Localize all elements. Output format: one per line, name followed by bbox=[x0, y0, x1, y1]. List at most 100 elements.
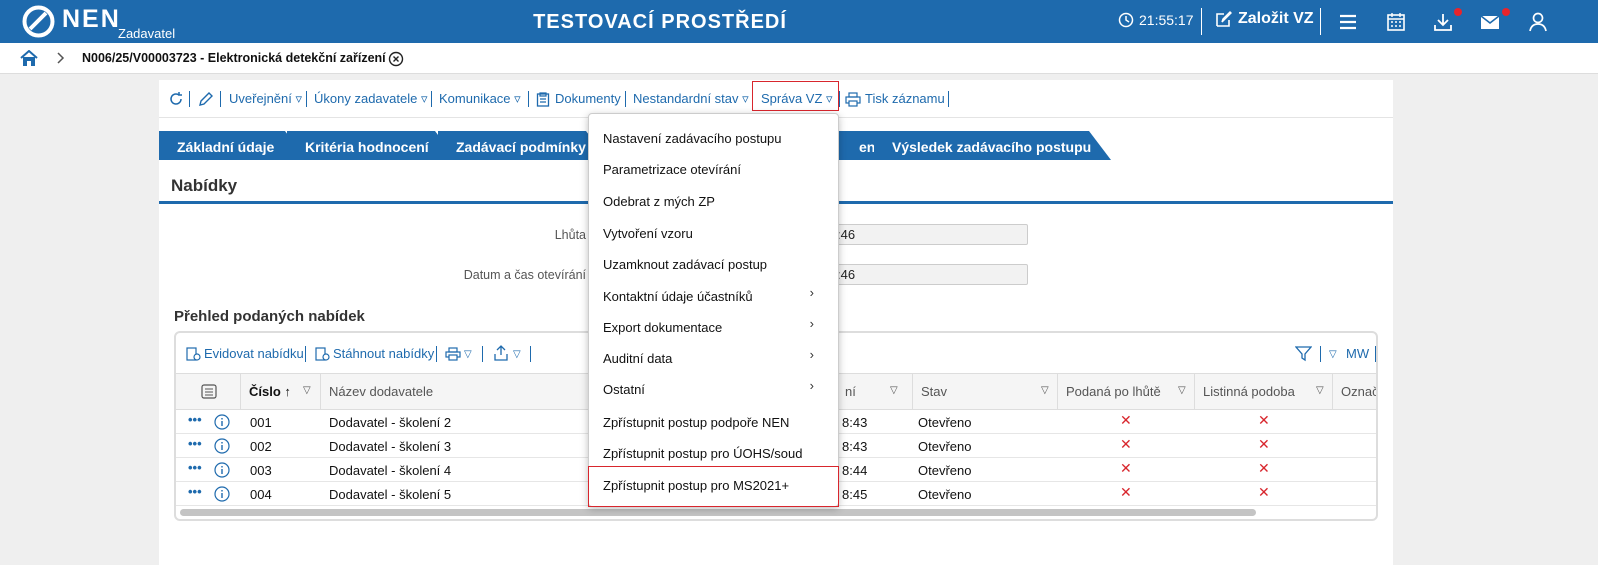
calendar-icon[interactable] bbox=[1385, 11, 1407, 33]
column-header-nazev[interactable]: Název dodavatele bbox=[321, 374, 591, 410]
chevron-right-icon bbox=[57, 52, 65, 64]
chevron-right-icon: › bbox=[809, 316, 814, 331]
filter-icon[interactable] bbox=[1295, 345, 1312, 362]
column-menu-icon[interactable]: ▽ bbox=[1316, 385, 1324, 396]
menu-item-podpora-nen[interactable]: Zpřístupnit postup podpoře NEN bbox=[603, 415, 789, 430]
top-bar: NEN Zadavatel TESTOVACÍ PROSTŘEDÍ 21:55:… bbox=[0, 0, 1598, 43]
mw-label[interactable]: MW bbox=[1346, 346, 1369, 361]
tab-zakladni-udaje[interactable]: Základní údaje bbox=[159, 131, 307, 160]
download-icon[interactable] bbox=[1432, 11, 1454, 33]
user-icon[interactable] bbox=[1527, 11, 1549, 33]
tab-kriteria-hodnoceni[interactable]: Kritéria hodnocení bbox=[287, 131, 457, 160]
row-time: 8:45 bbox=[842, 487, 868, 502]
row-actions-icon[interactable]: ••• bbox=[188, 460, 202, 475]
cross-icon: ✕ bbox=[1258, 460, 1270, 476]
toolbar-divider bbox=[306, 91, 307, 107]
edit-icon bbox=[1216, 10, 1232, 27]
hamburger-icon[interactable] bbox=[1337, 11, 1359, 33]
info-icon[interactable] bbox=[214, 438, 230, 454]
menu-item-uzamknout[interactable]: Uzamknout zadávací postup bbox=[603, 257, 767, 272]
info-icon[interactable] bbox=[214, 414, 230, 430]
register-offer-icon bbox=[186, 347, 201, 361]
print-icon[interactable] bbox=[445, 347, 461, 361]
cross-icon: ✕ bbox=[1258, 484, 1270, 500]
field-value-lhuta: :46 bbox=[830, 224, 1028, 245]
menu-item-vytvoreni-vzoru[interactable]: Vytvoření vzoru bbox=[603, 226, 693, 241]
cross-icon: ✕ bbox=[1258, 412, 1270, 428]
toolbar-divider bbox=[220, 91, 221, 107]
column-header-label: Podaná po lhůtě bbox=[1066, 384, 1161, 399]
menu-label: Úkony zadavatele bbox=[314, 91, 418, 106]
info-icon[interactable] bbox=[214, 486, 230, 502]
info-icon[interactable] bbox=[214, 462, 230, 478]
pencil-icon[interactable] bbox=[198, 91, 214, 107]
register-offer-button[interactable]: Evidovat nabídku bbox=[204, 346, 304, 361]
column-menu-icon[interactable]: ▽ bbox=[1041, 385, 1049, 396]
column-menu-icon[interactable]: ▽ bbox=[1178, 385, 1186, 396]
toolbar-divider bbox=[839, 91, 840, 107]
tab-vysledek[interactable]: Výsledek zadávacího postupu bbox=[874, 131, 1111, 160]
horizontal-scrollbar[interactable] bbox=[180, 509, 1256, 516]
row-actions-icon[interactable]: ••• bbox=[188, 412, 202, 427]
menu-uverejneni[interactable]: Uveřejnění ▿ bbox=[229, 91, 302, 107]
menu-tisk-zaznamu[interactable]: Tisk záznamu bbox=[865, 91, 945, 106]
download-notification-dot bbox=[1454, 8, 1462, 16]
highlight-frame bbox=[752, 81, 839, 111]
menu-item-ostatni[interactable]: Ostatní bbox=[603, 382, 645, 397]
menu-nestandardni-stav[interactable]: Nestandardní stav ▿ bbox=[633, 91, 749, 107]
export-dropdown-arrow[interactable]: ▽ bbox=[513, 349, 521, 360]
mail-icon[interactable] bbox=[1479, 11, 1501, 33]
print-dropdown-arrow[interactable]: ▽ bbox=[464, 349, 472, 360]
menu-komunikace[interactable]: Komunikace ▿ bbox=[439, 91, 521, 107]
column-header-cislo[interactable]: Číslo ↑ ▽ bbox=[241, 374, 321, 410]
menu-ukony-zadavatele[interactable]: Úkony zadavatele ▿ bbox=[314, 91, 427, 107]
create-vz-button[interactable]: Založit VZ bbox=[1215, 10, 1314, 28]
cross-icon: ✕ bbox=[1120, 484, 1132, 500]
menu-item-uohs[interactable]: Zpřístupnit postup pro ÚOHS/soud bbox=[603, 446, 802, 461]
column-settings-icon[interactable] bbox=[201, 384, 217, 399]
column-header-listinna-podoba[interactable]: Listinná podoba ▽ bbox=[1195, 374, 1333, 410]
menu-item-export[interactable]: Export dokumentace bbox=[603, 320, 722, 335]
mail-notification-dot bbox=[1502, 8, 1510, 16]
toolbar-divider bbox=[482, 346, 483, 362]
row-actions-icon[interactable]: ••• bbox=[188, 436, 202, 451]
menu-dokumenty[interactable]: Dokumenty bbox=[555, 91, 621, 106]
menu-item-odebrat[interactable]: Odebrat z mých ZP bbox=[603, 194, 715, 209]
row-status: Otevřeno bbox=[918, 463, 972, 478]
refresh-icon[interactable] bbox=[168, 91, 184, 107]
tab-zadavaci-podminky[interactable]: Zadávací podmínky bbox=[438, 131, 608, 160]
toolbar-divider bbox=[625, 91, 626, 107]
download-offers-button[interactable]: Stáhnout nabídky bbox=[333, 346, 434, 361]
row-actions-icon[interactable]: ••• bbox=[188, 484, 202, 499]
column-header-partial[interactable]: ní ▽ bbox=[837, 374, 913, 410]
column-header-label: Listinná podoba bbox=[1203, 384, 1295, 399]
menu-item-parametrizace[interactable]: Parametrizace otevírání bbox=[603, 162, 741, 177]
toolbar-divider bbox=[436, 346, 437, 362]
close-circle-icon[interactable] bbox=[388, 51, 404, 67]
row-time: 8:43 bbox=[842, 439, 868, 454]
breadcrumb-title[interactable]: N006/25/V00003723 - Elektronická detekčn… bbox=[82, 51, 386, 65]
field-label-lhuta: Lhůta bbox=[554, 228, 586, 242]
column-header-label: Stav bbox=[921, 384, 948, 399]
view-dropdown-arrow[interactable]: ▽ bbox=[1329, 349, 1337, 360]
menu-item-kontaktni-udaje[interactable]: Kontaktní údaje účastníků bbox=[603, 289, 753, 304]
column-menu-icon[interactable]: ▽ bbox=[303, 385, 311, 396]
column-header-label: ní bbox=[845, 384, 856, 399]
download-offers-icon bbox=[315, 347, 330, 361]
row-number: 004 bbox=[250, 487, 272, 502]
menu-label: Uveřejnění bbox=[229, 91, 292, 106]
session-clock: 21:55:17 bbox=[1118, 12, 1194, 28]
column-header-oznaceni[interactable]: Označe bbox=[1333, 374, 1376, 410]
toolbar-divider bbox=[530, 346, 531, 362]
cross-icon: ✕ bbox=[1120, 436, 1132, 452]
column-header-stav[interactable]: Stav ▽ bbox=[913, 374, 1058, 410]
export-icon[interactable] bbox=[494, 345, 508, 361]
column-header-podana-po-lhute[interactable]: Podaná po lhůtě ▽ bbox=[1058, 374, 1195, 410]
column-menu-icon[interactable]: ▽ bbox=[890, 385, 898, 396]
menu-item-auditni-data[interactable]: Auditní data bbox=[603, 351, 672, 366]
menu-item-nastaveni[interactable]: Nastavení zadávacího postupu bbox=[603, 131, 782, 146]
row-status: Otevřeno bbox=[918, 487, 972, 502]
create-vz-label: Založit VZ bbox=[1238, 10, 1314, 27]
section-title: Nabídky bbox=[171, 176, 238, 195]
home-icon[interactable] bbox=[20, 50, 38, 67]
